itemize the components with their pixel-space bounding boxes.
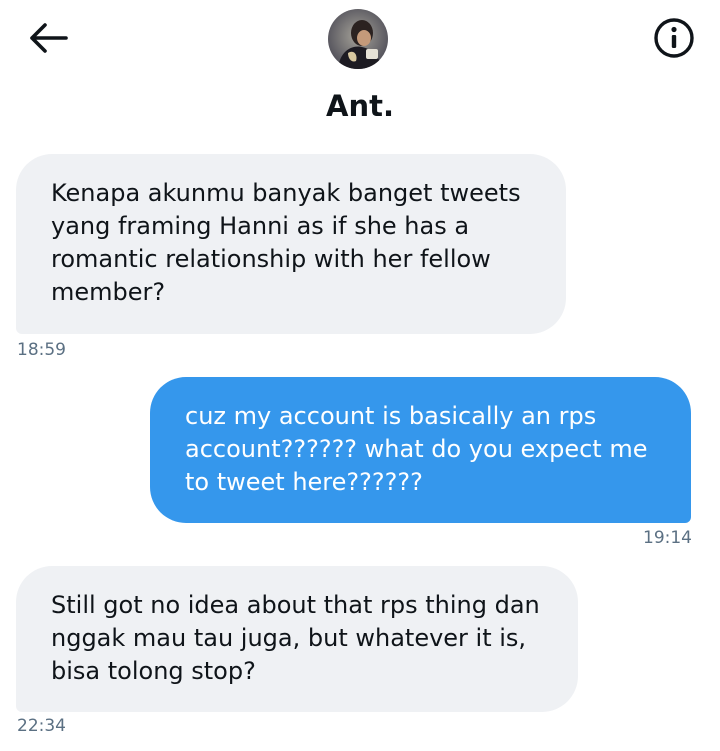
back-button[interactable] (26, 20, 70, 56)
message-text-line: Still got no idea about that rps thing d… (51, 591, 540, 619)
contact-name: Ant. (326, 89, 394, 123)
message-text-line: romantic relationship with her fellow (51, 245, 491, 273)
message-text-line: member? (51, 278, 166, 306)
message-text-line: bisa tolong stop? (51, 657, 256, 685)
message-text-line: account?????? what do you expect me (185, 435, 648, 463)
message-timestamp: 19:14 (643, 528, 692, 548)
message-text-line: nggak mau tau juga, but whatever it is, (51, 624, 527, 652)
message-timestamp: 18:59 (17, 340, 66, 360)
message-text-line: cuz my account is basically an rps (185, 402, 597, 430)
arrow-left-icon (30, 23, 68, 53)
message-text-line: to tweet here?????? (185, 468, 423, 496)
message-text-line: Kenapa akunmu banyak banget tweets (51, 179, 521, 207)
avatar[interactable] (328, 9, 388, 69)
info-button[interactable] (652, 16, 696, 60)
message-text-line: yang framing Hanni as if she has a (51, 212, 470, 240)
message-bubble-sent[interactable]: cuz my account is basically an rps accou… (150, 377, 691, 523)
info-circle-icon (654, 18, 694, 58)
profile-photo (328, 9, 388, 69)
message-bubble-received[interactable]: Kenapa akunmu banyak banget tweets yang … (16, 154, 566, 334)
message-bubble-received[interactable]: Still got no idea about that rps thing d… (16, 566, 578, 712)
message-timestamp: 22:34 (17, 716, 66, 736)
